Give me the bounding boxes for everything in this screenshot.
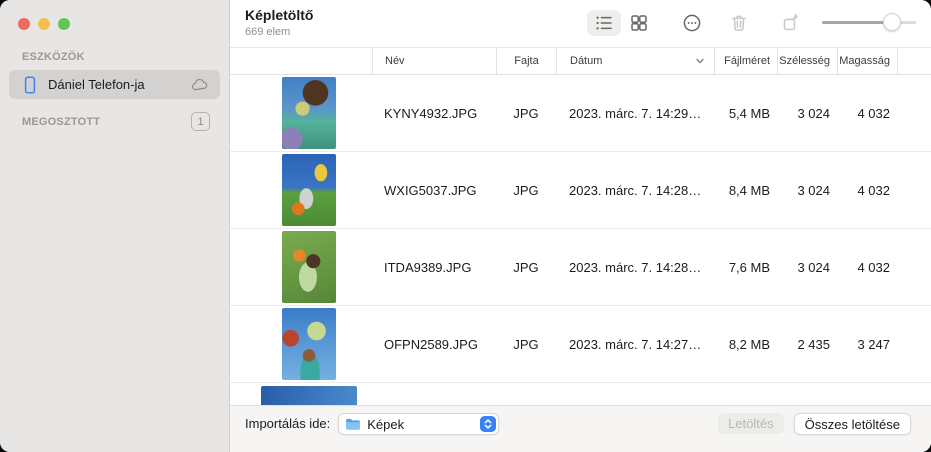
list-view-icon: [596, 16, 612, 30]
titlebar: Képletöltő 669 elem: [230, 0, 931, 48]
photo-thumbnail: [261, 386, 357, 405]
slider-track[interactable]: [822, 21, 916, 24]
cell-date: 2023. márc. 7. 14:27…: [569, 336, 702, 352]
cell-height: 3 247: [857, 336, 890, 352]
shared-count-badge: 1: [191, 112, 210, 131]
file-list: KYNY4932.JPG JPG 2023. márc. 7. 14:29… 5…: [230, 75, 931, 405]
sidebar-section-shared-label: MEGOSZTOTT: [22, 115, 101, 128]
table-row[interactable]: WXIG5037.JPG JPG 2023. márc. 7. 14:28… 8…: [230, 152, 931, 229]
chevron-down-icon: [696, 58, 704, 64]
grid-view-icon: [631, 15, 647, 31]
cell-name: WXIG5037.JPG: [384, 182, 477, 198]
cell-kind: JPG: [513, 105, 539, 121]
cloud-icon: [192, 78, 208, 90]
bottom-bar: Importálás ide: Képek Letöltés Összes le…: [230, 405, 931, 452]
select-stepper-icon: [480, 416, 497, 432]
cell-height: 4 032: [857, 182, 890, 198]
ellipsis-circle-icon: [683, 14, 701, 32]
cell-date: 2023. márc. 7. 14:28…: [569, 182, 702, 198]
delete-button[interactable]: [722, 10, 756, 36]
sidebar: ESZKÖZÖK Dániel Telefon-ja MEGOSZTOTT 1: [0, 0, 230, 452]
table-row[interactable]: KYNY4932.JPG JPG 2023. márc. 7. 14:29… 5…: [230, 75, 931, 152]
folder-icon: [346, 418, 361, 430]
cell-date: 2023. márc. 7. 14:28…: [569, 259, 702, 275]
cell-name: OFPN2589.JPG: [384, 336, 478, 352]
minimize-button[interactable]: [38, 18, 50, 30]
import-destination-select[interactable]: Képek: [338, 413, 500, 435]
cell-width: 3 024: [797, 105, 830, 121]
column-header-height[interactable]: Magasság: [837, 48, 897, 74]
column-header-date[interactable]: Dátum: [556, 48, 714, 74]
cell-date: 2023. márc. 7. 14:29…: [569, 105, 702, 121]
photo-thumbnail: [282, 308, 336, 380]
cell-height: 4 032: [857, 105, 890, 121]
column-header-kind[interactable]: Fajta: [496, 48, 556, 74]
photo-thumbnail: [282, 154, 336, 226]
table-row[interactable]: ITDA9389.JPG JPG 2023. márc. 7. 14:28… 7…: [230, 229, 931, 306]
cell-kind: JPG: [513, 182, 539, 198]
cell-size: 7,6 MB: [728, 259, 770, 275]
cell-width: 2 435: [797, 336, 830, 352]
table-row[interactable]: OFPN2589.JPG JPG 2023. márc. 7. 14:27… 8…: [230, 306, 931, 383]
phone-icon: [24, 75, 36, 94]
rotate-button[interactable]: [774, 10, 808, 36]
close-button[interactable]: [18, 18, 30, 30]
list-view-button[interactable]: [587, 10, 621, 36]
download-all-button[interactable]: Összes letöltése: [793, 413, 911, 435]
import-destination-label: Importálás ide:: [245, 416, 331, 431]
cell-kind: JPG: [513, 259, 539, 275]
title-group: Képletöltő 669 elem: [245, 7, 313, 38]
sidebar-section-devices: ESZKÖZÖK: [22, 51, 85, 63]
download-button[interactable]: Letöltés: [718, 413, 784, 434]
table-header: Név Fajta Dátum Fájlméret Szélesség Maga…: [230, 48, 931, 75]
cell-width: 3 024: [797, 259, 830, 275]
column-thumbnail: [230, 48, 372, 74]
cell-size: 5,4 MB: [728, 105, 770, 121]
photo-thumbnail: [282, 77, 336, 149]
column-header-width[interactable]: Szélesség: [777, 48, 837, 74]
item-count: 669 elem: [245, 26, 291, 38]
slider-thumb[interactable]: [883, 13, 901, 31]
sidebar-item-device[interactable]: Dániel Telefon-ja: [9, 70, 220, 99]
cell-kind: JPG: [513, 336, 539, 352]
column-header-date-label: Dátum: [570, 55, 603, 67]
rotate-square-icon: [783, 14, 798, 31]
cell-size: 8,2 MB: [728, 336, 770, 352]
column-header-filler: [897, 48, 931, 74]
page-title: Képletöltő: [245, 7, 314, 23]
grid-view-button[interactable]: [622, 10, 656, 36]
column-header-name[interactable]: Név: [372, 48, 496, 74]
sidebar-section-shared: MEGOSZTOTT 1: [0, 112, 229, 131]
photo-thumbnail: [282, 231, 336, 303]
cell-name: KYNY4932.JPG: [384, 105, 478, 121]
import-destination-value: Képek: [367, 416, 405, 432]
thumbnail-size-slider[interactable]: [822, 13, 916, 31]
image-capture-window: ESZKÖZÖK Dániel Telefon-ja MEGOSZTOTT 1 …: [0, 0, 931, 452]
window-controls: [0, 0, 229, 30]
sidebar-item-label: Dániel Telefon-ja: [48, 77, 145, 92]
main-area: Képletöltő 669 elem Név Fajta Dátum Fájl…: [230, 0, 931, 452]
table-row-partial[interactable]: [230, 383, 931, 405]
more-options-button[interactable]: [675, 10, 709, 36]
cell-name: ITDA9389.JPG: [384, 259, 472, 275]
zoom-button[interactable]: [58, 18, 70, 30]
cell-width: 3 024: [797, 182, 830, 198]
column-header-size[interactable]: Fájlméret: [714, 48, 777, 74]
trash-icon: [732, 15, 746, 31]
cell-size: 8,4 MB: [728, 182, 770, 198]
cell-height: 4 032: [857, 259, 890, 275]
